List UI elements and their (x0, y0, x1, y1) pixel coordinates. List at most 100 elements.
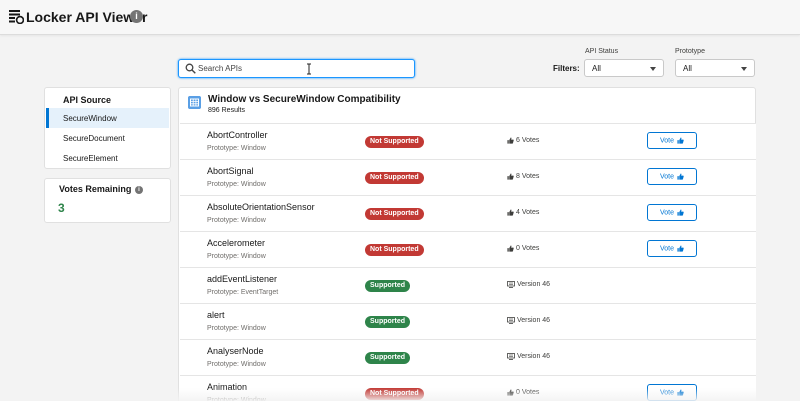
vote-count: 8 Votes (507, 172, 539, 182)
api-name: AbortSignal (207, 166, 254, 176)
text-cursor-icon (307, 63, 311, 75)
api-status-value: All (592, 64, 601, 73)
table-icon (188, 96, 201, 109)
filters-label: Filters: (553, 64, 580, 73)
meta-text: 4 Votes (516, 209, 540, 216)
thumbs-up-icon (507, 389, 516, 396)
version-info: Version 46 (507, 352, 550, 362)
vote-label: Vote (659, 245, 674, 253)
info-icon[interactable]: i (130, 10, 143, 23)
sidebar-item-secureelement[interactable]: SecureElement (46, 148, 169, 168)
status-badge: Supported (365, 316, 410, 328)
api-source-card: API Source SecureWindow SecureDocument S… (44, 87, 171, 169)
search-input[interactable] (198, 61, 408, 76)
thumbs-up-icon (507, 245, 516, 252)
meta-text: Version 46 (517, 317, 551, 324)
api-prototype: Prototype: Window (207, 181, 266, 188)
votes-remaining-count: 3 (58, 201, 65, 215)
vote-label: Vote (659, 173, 674, 181)
vote-count: 0 Votes (507, 388, 539, 398)
api-status-label: API Status (585, 48, 619, 55)
sidebar-item-securewindow[interactable]: SecureWindow (46, 108, 169, 128)
version-info: Version 46 (507, 316, 550, 326)
api-list-card: Window vs SecureWindow Compatibility 896… (178, 87, 756, 401)
thumbs-up-icon (507, 173, 516, 180)
meta-text: 0 Votes (516, 389, 540, 396)
status-badge: Not Supported (365, 388, 424, 400)
version-info: Version 46 (507, 280, 550, 290)
thumbs-up-icon (674, 209, 684, 216)
screen-icon (507, 280, 517, 288)
api-prototype: Prototype: Window (207, 361, 266, 368)
votes-remaining-card: Votes Remaining i 3 (44, 178, 171, 223)
table-row: AnalyserNode Prototype: Window Supported Ve… (180, 339, 756, 375)
api-prototype: Prototype: Window (207, 325, 266, 332)
thumbs-up-icon (674, 389, 684, 396)
vote-count: 0 Votes (507, 244, 539, 254)
status-badge: Not Supported (365, 244, 424, 256)
search-icon (185, 63, 196, 74)
thumbs-up-icon (674, 245, 684, 252)
vote-count: 6 Votes (507, 136, 539, 146)
vote-button[interactable]: Vote (647, 132, 697, 149)
screen-icon (507, 316, 517, 324)
api-prototype: Prototype: Window (207, 397, 266, 401)
status-badge: Not Supported (365, 208, 424, 220)
status-badge: Not Supported (365, 136, 424, 148)
vote-button[interactable]: Vote (647, 168, 697, 185)
vote-label: Vote (659, 209, 674, 217)
table-row: AbortController Prototype: Window Not Supp… (180, 123, 756, 159)
meta-text: Version 46 (517, 353, 551, 360)
screen-icon (507, 352, 517, 360)
api-source-title: API Source (63, 95, 112, 105)
table-row: addEventListener Prototype: EventTarget Su… (180, 267, 756, 303)
api-name: alert (207, 310, 225, 320)
prototype-select[interactable]: All (675, 59, 755, 77)
table-row: alert Prototype: Window Supported Version 4… (180, 303, 756, 339)
vote-label: Vote (659, 137, 674, 145)
chevron-down-icon (741, 67, 747, 71)
table-row: AbsoluteOrientationSensor Prototype: Wind… (180, 195, 756, 231)
page-title: Window vs SecureWindow Compatibility (208, 94, 401, 105)
api-name: addEventListener (207, 274, 278, 284)
vote-button[interactable]: Vote (647, 384, 697, 401)
api-prototype: Prototype: Window (207, 253, 266, 260)
api-name: Accelerometer (207, 238, 266, 248)
sidebar-item-label: SecureElement (63, 154, 118, 163)
api-name: AbsoluteOrientationSensor (207, 202, 315, 212)
sidebar-item-label: SecureDocument (63, 134, 125, 143)
meta-text: 6 Votes (516, 137, 540, 144)
api-prototype: Prototype: Window (207, 145, 266, 152)
api-name: Animation (207, 382, 248, 392)
meta-text: Version 46 (517, 281, 551, 288)
search-box[interactable] (178, 59, 415, 78)
top-bar: Locker API Viewer i (0, 0, 800, 35)
sidebar-item-label: SecureWindow (63, 114, 117, 123)
vote-count: 4 Votes (507, 208, 539, 218)
info-icon[interactable]: i (135, 186, 143, 194)
meta-text: 8 Votes (516, 173, 540, 180)
vote-button[interactable]: Vote (647, 204, 697, 221)
meta-text: 0 Votes (516, 245, 540, 252)
prototype-value: All (683, 64, 692, 73)
thumbs-up-icon (674, 173, 684, 180)
results-count: 896 Results (208, 107, 245, 114)
sidebar-item-securedocument[interactable]: SecureDocument (46, 128, 169, 148)
app-logo-icon (9, 10, 24, 24)
table-row: Animation Prototype: Window Not Supported 0… (180, 375, 756, 401)
status-badge: Supported (365, 352, 410, 364)
api-status-select[interactable]: All (584, 59, 664, 77)
thumbs-up-icon (507, 137, 516, 144)
prototype-label: Prototype (675, 48, 705, 55)
thumbs-up-icon (507, 209, 516, 216)
vote-label: Vote (659, 389, 674, 397)
vote-button[interactable]: Vote (647, 240, 697, 257)
api-name: AbortController (207, 130, 268, 140)
table-row: Accelerometer Prototype: Window Not Suppor… (180, 231, 756, 267)
status-badge: Not Supported (365, 172, 424, 184)
votes-remaining-title: Votes Remaining (59, 184, 132, 194)
api-prototype: Prototype: Window (207, 217, 266, 224)
api-name: AnalyserNode (207, 346, 264, 356)
chevron-down-icon (650, 67, 656, 71)
thumbs-up-icon (674, 137, 684, 144)
